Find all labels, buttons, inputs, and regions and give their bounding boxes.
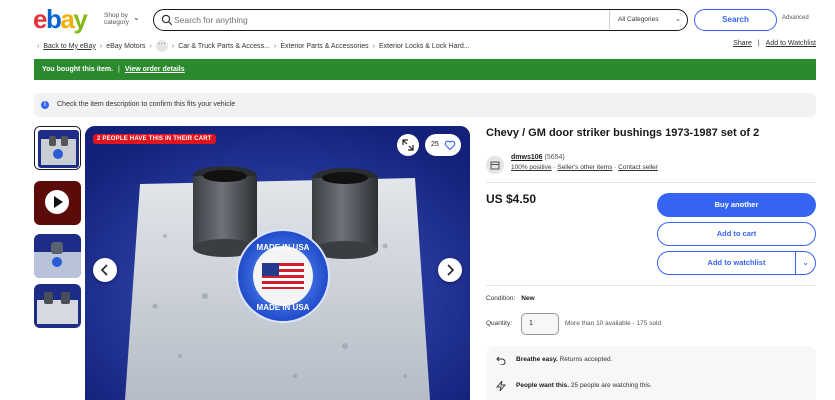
- info-icon: i: [41, 101, 49, 109]
- breadcrumb-separator: ›: [372, 42, 376, 50]
- product-photo: MADE IN USA MADE IN USA: [85, 126, 470, 400]
- heart-icon: [444, 140, 456, 151]
- search-bar: All Categories ⌄: [153, 9, 688, 31]
- section-divider: [486, 285, 816, 286]
- logo-letter-a: a: [60, 4, 74, 34]
- header: ebay Shop by category ⌄ All Categories ⌄…: [0, 0, 835, 40]
- add-to-watchlist-label: Add to watchlist: [707, 258, 766, 267]
- purchase-banner: You bought this item. | View order details: [34, 59, 816, 80]
- item-highlights: Breathe easy. Returns accepted. People w…: [486, 346, 816, 400]
- breadcrumb-car-truck-parts[interactable]: Car & Truck Parts & Access...: [178, 43, 270, 50]
- add-to-watchlist-button[interactable]: Add to watchlist ⌄: [657, 251, 816, 275]
- logo-letter-b: b: [45, 4, 62, 34]
- quantity-label: Quantity:: [486, 320, 513, 327]
- item-price: US $4.50: [486, 192, 537, 206]
- search-icon: [161, 14, 173, 26]
- breadcrumb: ‹ Back to My eBay › eBay Motors › ··· › …: [37, 40, 470, 52]
- category-select-value: All Categories: [618, 16, 659, 23]
- condition-value: New: [521, 295, 535, 302]
- banner-separator: |: [118, 66, 120, 73]
- seller-store-icon[interactable]: [486, 156, 504, 174]
- breadcrumb-separator: ›: [149, 42, 152, 50]
- category-select[interactable]: All Categories ⌄: [609, 10, 687, 29]
- thumbnail-1[interactable]: [34, 126, 81, 170]
- play-icon: [45, 190, 69, 214]
- breadcrumb-separator: ›: [99, 42, 103, 50]
- watch-count: 25: [431, 141, 439, 148]
- actions-separator: |: [757, 40, 760, 47]
- thumbnail-4-image: [34, 284, 81, 328]
- purchase-message: You bought this item.: [42, 66, 114, 73]
- search-button[interactable]: Search: [694, 9, 777, 31]
- thumbnail-1-image: [35, 127, 80, 169]
- back-to-my-ebay-link[interactable]: Back to My eBay: [43, 43, 96, 50]
- watchers-text: 25 people are watching this.: [570, 382, 652, 389]
- add-to-cart-button[interactable]: Add to cart: [657, 222, 816, 246]
- sellers-other-items-link[interactable]: Seller's other items: [557, 164, 612, 171]
- view-order-details-link[interactable]: View order details: [125, 66, 185, 73]
- page-actions: Share | Add to Watchlist: [733, 40, 816, 47]
- fitment-notice-text: Check the item description to confirm th…: [57, 101, 236, 108]
- expand-image-button[interactable]: [397, 134, 419, 156]
- condition-label: Condition:: [486, 295, 516, 302]
- item-title: Chevy / GM door striker bushings 1973-19…: [486, 127, 760, 139]
- chevron-right-icon: [447, 264, 455, 276]
- seller-name-link[interactable]: dmws106: [511, 154, 543, 161]
- store-icon: [490, 161, 500, 170]
- breadcrumb-exterior-parts[interactable]: Exterior Parts & Accessories: [280, 43, 368, 50]
- returns-text: Returns accepted.: [559, 356, 613, 363]
- main-product-image[interactable]: MADE IN USA MADE IN USA 2 PEOPLE HAVE TH…: [85, 126, 470, 400]
- breadcrumb-ebay-motors[interactable]: eBay Motors: [106, 43, 145, 50]
- breadcrumb-exterior-locks[interactable]: Exterior Locks & Lock Hard...: [379, 43, 470, 50]
- logo-letter-e: e: [33, 4, 47, 34]
- chevron-left-icon: [100, 264, 108, 276]
- lightning-icon: [496, 381, 506, 391]
- meta-separator: ·: [614, 164, 617, 171]
- seller-info: dmws106 (5654): [511, 154, 565, 161]
- chevron-left-icon: ‹: [37, 42, 40, 50]
- chevron-down-icon: ⌄: [133, 13, 140, 22]
- previous-image-button[interactable]: [93, 258, 117, 282]
- watchers-title: People want this.: [516, 382, 570, 389]
- availability-text: More than 10 available · 175 sold: [565, 320, 662, 327]
- made-in-usa-bottom: MADE IN USA: [257, 303, 310, 312]
- made-in-usa-top: MADE IN USA: [257, 243, 310, 252]
- fitment-notice: i Check the item description to confirm …: [34, 93, 816, 117]
- shop-by-category-button[interactable]: Shop by category: [104, 12, 129, 26]
- add-to-watchlist-link[interactable]: Add to Watchlist: [766, 40, 816, 47]
- thumbnail-3[interactable]: [34, 234, 81, 278]
- cart-count-badge: 2 PEOPLE HAVE THIS IN THEIR CART: [93, 134, 216, 144]
- search-input[interactable]: [174, 13, 594, 27]
- buy-another-button[interactable]: Buy another: [657, 193, 816, 217]
- advanced-search-link[interactable]: Advanced: [782, 15, 809, 21]
- shop-by-label: Shop by: [104, 12, 128, 19]
- next-image-button[interactable]: [438, 258, 462, 282]
- watchlist-dropdown-chevron-icon[interactable]: ⌄: [795, 252, 815, 274]
- share-link[interactable]: Share: [733, 40, 752, 47]
- ebay-logo[interactable]: ebay: [33, 4, 88, 34]
- thumbnail-3-image: [34, 234, 81, 278]
- thumbnail-4[interactable]: [34, 284, 81, 328]
- seller-feedback-count: (5654): [544, 154, 565, 161]
- breadcrumb-more-button[interactable]: ···: [155, 40, 168, 52]
- returns-title: Breathe easy.: [516, 356, 558, 363]
- expand-icon: [402, 139, 414, 151]
- meta-separator: ·: [553, 164, 556, 171]
- chevron-down-icon: ⌄: [675, 16, 681, 23]
- return-arrow-icon: [496, 356, 506, 365]
- seller-links: 100% positive · Seller's other items · C…: [511, 164, 658, 171]
- logo-letter-y: y: [73, 4, 87, 34]
- category-label: category: [104, 19, 129, 26]
- section-divider: [486, 182, 816, 183]
- breadcrumb-separator: ›: [171, 42, 175, 50]
- seller-positive-link[interactable]: 100% positive: [511, 164, 551, 171]
- usa-flag-icon: [262, 263, 304, 289]
- watch-toggle-button[interactable]: 25: [425, 134, 461, 156]
- quantity-input[interactable]: 1: [521, 313, 559, 335]
- breadcrumb-separator: ›: [274, 42, 277, 50]
- contact-seller-link[interactable]: Contact seller: [618, 164, 658, 171]
- condition-row: Condition: New: [486, 295, 535, 302]
- thumbnail-video[interactable]: [34, 181, 81, 225]
